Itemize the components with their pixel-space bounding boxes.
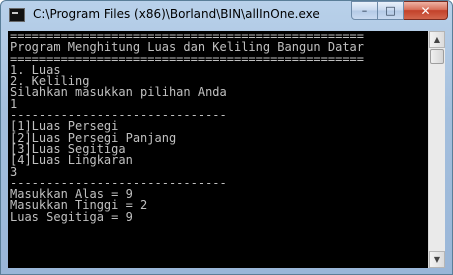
console-app-icon[interactable] [9,8,25,22]
window-title: C:\Program Files (x86)\Borland\BIN\allIn… [33,7,320,21]
caption-buttons: – □ ✕ [351,1,448,21]
arrow-down-icon: ▼ [433,255,441,264]
console-output[interactable]: ========================================… [8,31,428,268]
console-line: Luas Segitiga = 9 [10,209,133,224]
arrow-up-icon: ▲ [433,35,441,44]
vertical-scrollbar[interactable]: ▲ ▼ [428,31,445,268]
scrollbar-thumb[interactable] [430,49,444,64]
console-line: [4]Luas Lingkaran [10,153,133,168]
console-window: C:\Program Files (x86)\Borland\BIN\allIn… [0,0,453,275]
minimize-button[interactable]: – [351,1,378,20]
console-line: ========================================… [10,51,365,66]
close-button[interactable]: ✕ [404,1,448,20]
console-line: Silahkan masukkan pilihan Anda [10,85,227,100]
maximize-button[interactable]: □ [378,1,404,20]
title-bar[interactable]: C:\Program Files (x86)\Borland\BIN\allIn… [1,1,452,31]
scroll-down-button[interactable]: ▼ [429,251,445,268]
scroll-up-button[interactable]: ▲ [429,31,445,48]
